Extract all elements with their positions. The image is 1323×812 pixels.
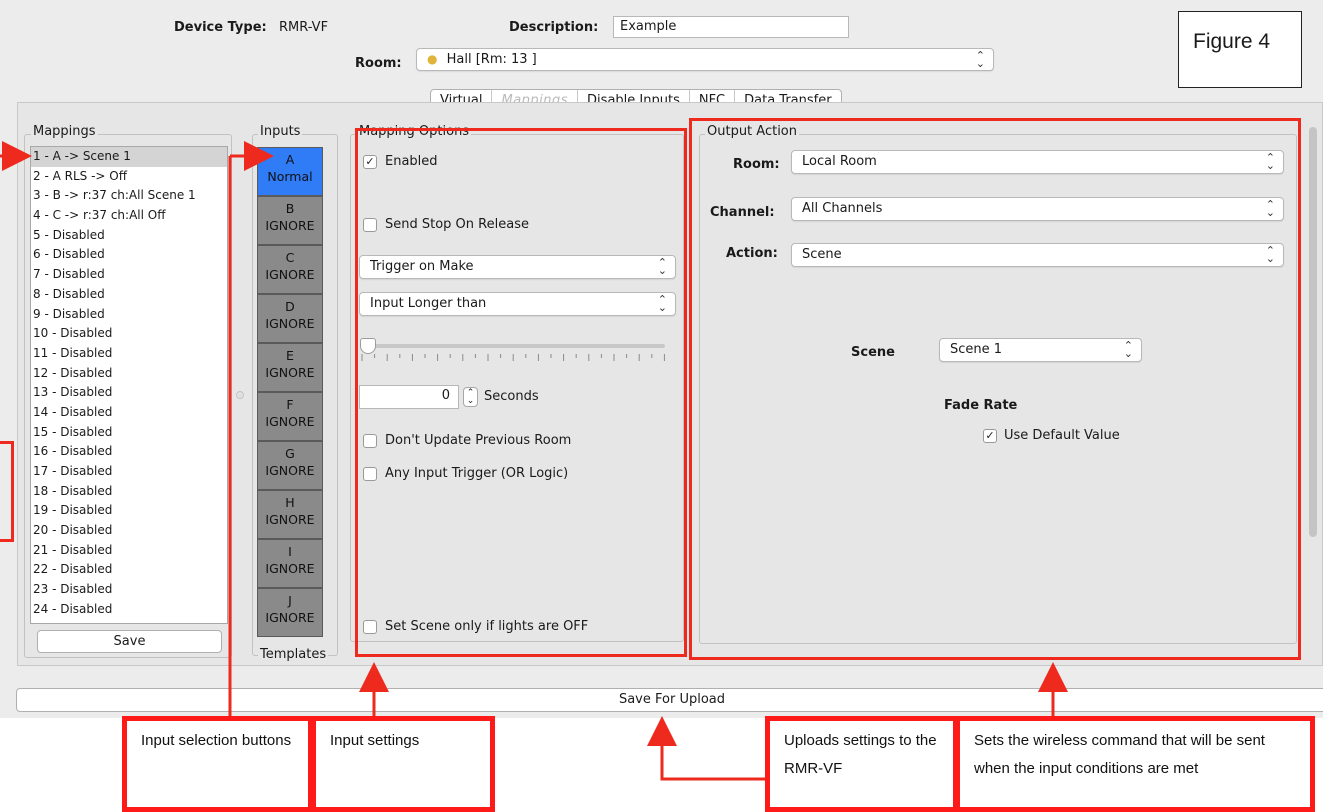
callout-wireless: Sets the wireless command that will be s… bbox=[955, 716, 1315, 812]
arrow-save-upload bbox=[647, 716, 767, 781]
annotation-arrows bbox=[0, 141, 1068, 781]
callout-uploads: Uploads settings to the RMR-VF bbox=[765, 716, 958, 812]
callout-input-settings: Input settings bbox=[311, 716, 495, 812]
callout-input-selection: Input selection buttons bbox=[122, 716, 313, 812]
